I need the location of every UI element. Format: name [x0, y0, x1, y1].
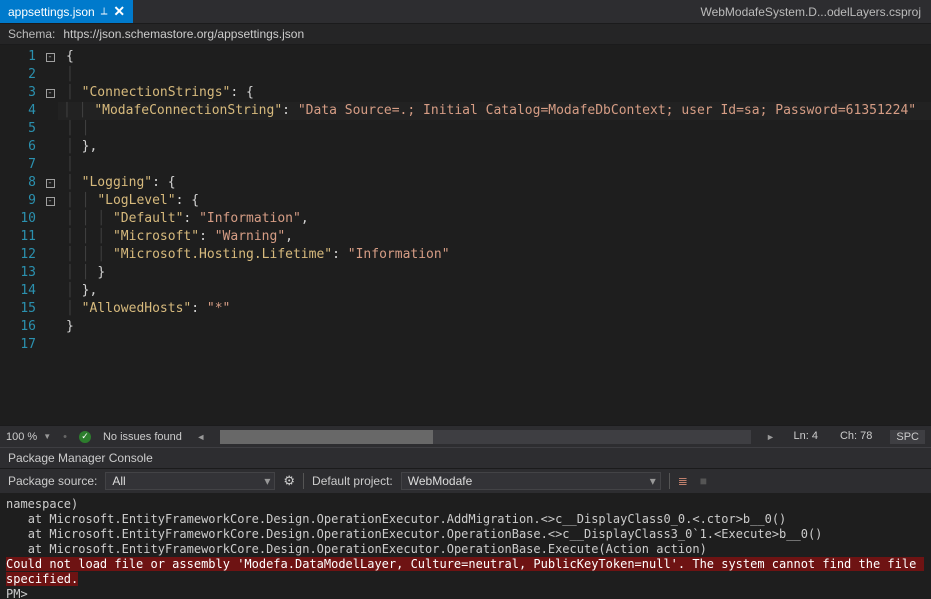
- code-area[interactable]: { │ │ "ConnectionStrings": { │ │ "Modafe…: [58, 45, 931, 425]
- package-source-label: Package source:: [8, 474, 97, 488]
- fold-toggle[interactable]: -: [46, 179, 55, 188]
- console-error-line: Could not load file or assembly 'Modefa.…: [6, 557, 924, 586]
- gear-icon[interactable]: ⚙: [283, 473, 295, 489]
- editor-statusbar: 100 % ▼ • ✓ No issues found ◄ ► Ln: 4 Ch…: [0, 425, 931, 447]
- stop-icon[interactable]: ■: [700, 474, 714, 488]
- line-number-gutter: 1234567891011121314151617: [0, 45, 42, 425]
- pin-icon[interactable]: ⟂: [101, 6, 108, 17]
- console-line: at Microsoft.EntityFrameworkCore.Design.…: [6, 527, 925, 542]
- list-icon[interactable]: ≣: [678, 474, 692, 488]
- chevron-down-icon[interactable]: ▼: [43, 432, 51, 441]
- console-line: at Microsoft.EntityFrameworkCore.Design.…: [6, 542, 925, 557]
- check-icon: ✓: [79, 431, 91, 443]
- project-context-label[interactable]: WebModafeSystem.D...odelLayers.csproj: [690, 5, 931, 19]
- fold-toggle[interactable]: -: [46, 53, 55, 62]
- horizontal-scrollbar[interactable]: [220, 430, 752, 444]
- schema-bar: Schema: https://json.schemastore.org/app…: [0, 24, 931, 45]
- issues-label[interactable]: No issues found: [103, 431, 182, 443]
- default-project-label: Default project:: [312, 474, 393, 488]
- console-output[interactable]: namespace) at Microsoft.EntityFrameworkC…: [0, 493, 931, 599]
- schema-url[interactable]: https://json.schemastore.org/appsettings…: [63, 27, 304, 41]
- scroll-thumb[interactable]: [220, 430, 433, 444]
- fold-gutter[interactable]: - - - -: [42, 45, 58, 425]
- tab-appsettings[interactable]: appsettings.json ⟂ ✕: [0, 0, 133, 23]
- scroll-left-icon[interactable]: ◄: [194, 432, 208, 442]
- close-icon[interactable]: ✕: [113, 3, 125, 20]
- column-indicator[interactable]: Ch: 78: [836, 430, 876, 444]
- pmc-toolbar: Package source: All ⚙ Default project: W…: [0, 468, 931, 493]
- console-line: at Microsoft.EntityFrameworkCore.Design.…: [6, 512, 925, 527]
- schema-label: Schema:: [8, 27, 55, 41]
- console-line: namespace): [6, 497, 925, 512]
- scroll-right-icon[interactable]: ►: [763, 432, 777, 442]
- tab-filename: appsettings.json: [8, 5, 95, 19]
- divider: [669, 473, 670, 489]
- line-indicator[interactable]: Ln: 4: [789, 430, 821, 444]
- zoom-control[interactable]: 100 % ▼: [6, 431, 51, 443]
- document-tabbar: appsettings.json ⟂ ✕ WebModafeSystem.D..…: [0, 0, 931, 24]
- divider: [303, 473, 304, 489]
- code-editor[interactable]: 1234567891011121314151617 - - - - { │ │ …: [0, 45, 931, 425]
- bullet-icon: •: [63, 431, 67, 443]
- default-project-select[interactable]: WebModafe: [401, 472, 661, 490]
- fold-toggle[interactable]: -: [46, 89, 55, 98]
- package-source-select[interactable]: All: [105, 472, 275, 490]
- whitespace-mode[interactable]: SPC: [890, 430, 925, 444]
- fold-toggle[interactable]: -: [46, 197, 55, 206]
- panel-title: Package Manager Console: [0, 447, 931, 468]
- console-prompt[interactable]: PM>: [6, 587, 925, 599]
